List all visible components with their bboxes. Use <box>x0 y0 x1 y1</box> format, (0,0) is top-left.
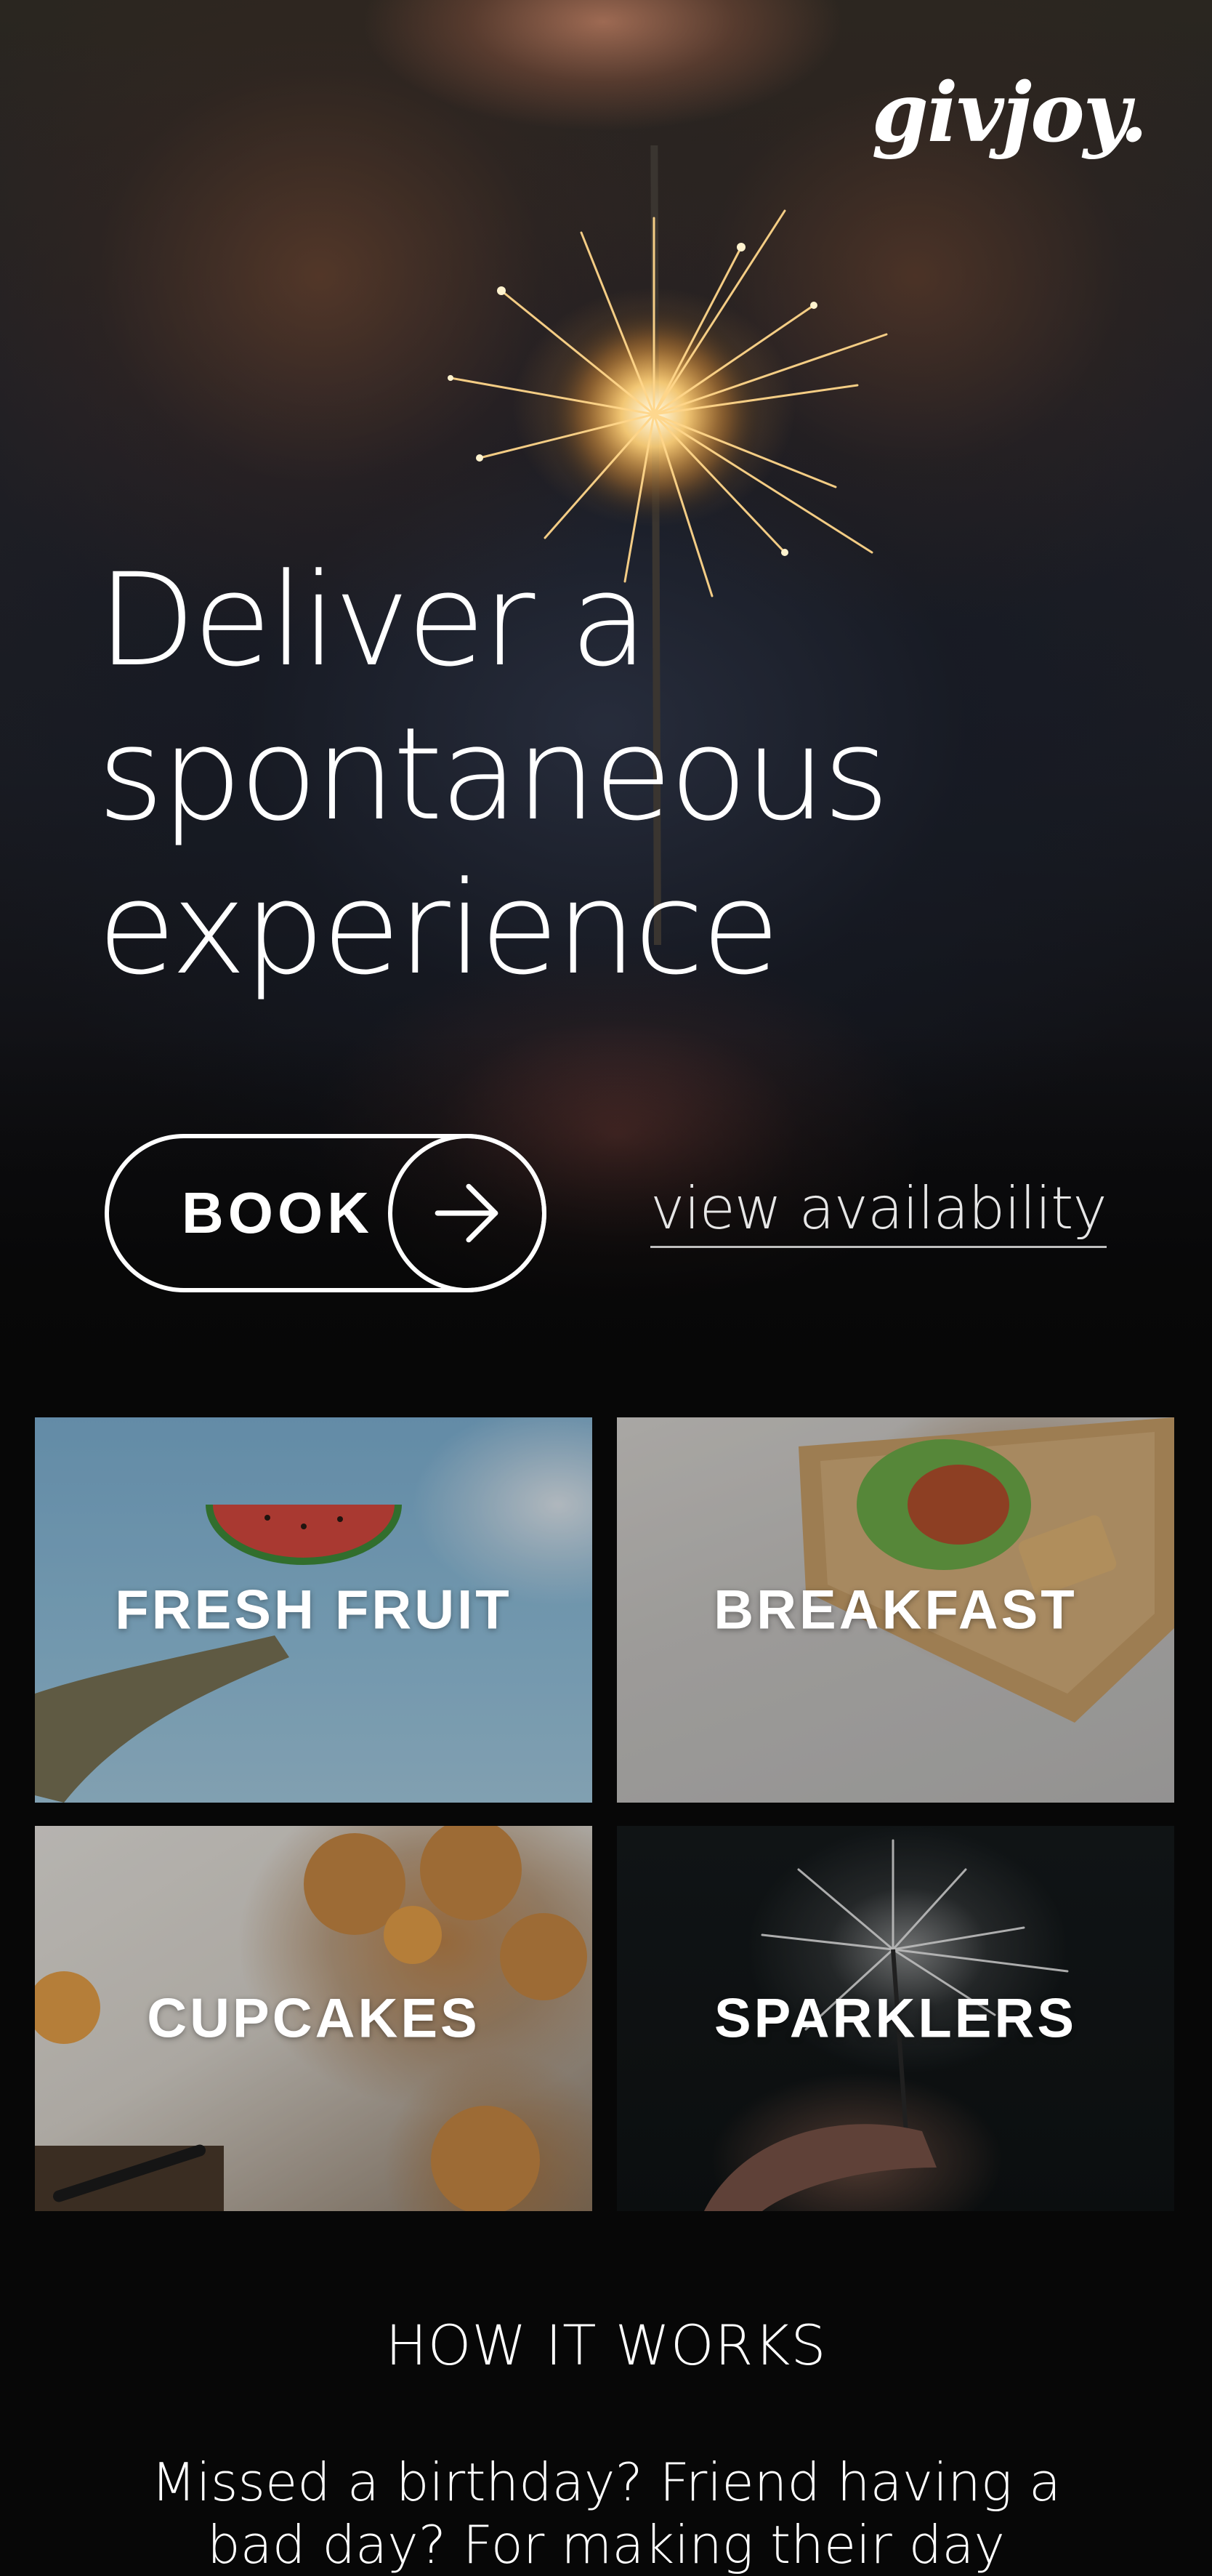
tile-cupcakes[interactable]: CUPCAKES <box>35 1826 592 2211</box>
tile-sparklers[interactable]: SPARKLERS <box>617 1826 1174 2211</box>
how-it-works-title: HOW IT WORKS <box>385 2313 827 2378</box>
arrow-right-icon <box>388 1134 546 1292</box>
tile-label: BREAKFAST <box>714 1579 1078 1641</box>
brand-logo[interactable]: givjoy. <box>872 65 1148 161</box>
headline-line: spontaneous <box>97 700 889 849</box>
book-button[interactable]: BOOK <box>105 1134 546 1292</box>
how-it-works-body: Missed a birthday? Friend having a bad d… <box>150 2452 1062 2575</box>
book-button-label: BOOK <box>182 1180 373 1245</box>
tile-label: FRESH FRUIT <box>115 1579 512 1641</box>
tile-label: CUPCAKES <box>147 1987 480 2050</box>
headline-line: Deliver a <box>97 546 648 695</box>
hero-headline: Deliver a spontaneous experience <box>97 544 889 1006</box>
view-availability-link[interactable]: view availability <box>650 1176 1107 1248</box>
tile-breakfast[interactable]: BREAKFAST <box>617 1417 1174 1803</box>
tile-label: SPARKLERS <box>714 1987 1078 2050</box>
tile-fresh-fruit[interactable]: FRESH FRUIT <box>35 1417 592 1803</box>
headline-line: experience <box>97 854 780 1003</box>
